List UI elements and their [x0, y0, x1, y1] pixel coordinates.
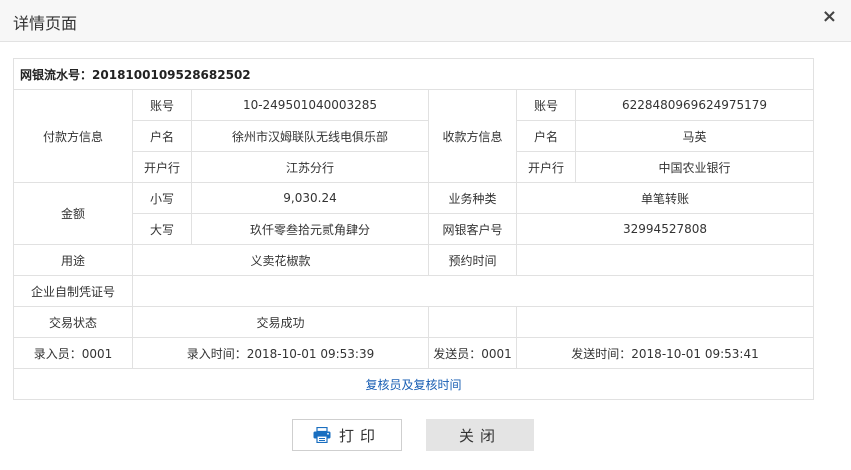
amount-upper-label: 大写 [132, 213, 192, 245]
dialog-header: 详情页面 × [0, 0, 851, 42]
payer-name-value: 徐州市汉姆联队无线电俱乐部 [191, 120, 429, 152]
send-operator: 发送员：0001 [428, 337, 517, 369]
print-button-label: 打印 [338, 426, 381, 445]
payee-bank-label: 开户行 [516, 151, 576, 183]
payee-name-value: 马英 [574, 120, 815, 152]
serial-cell: 网银流水号：2018100109528682502 [12, 58, 815, 90]
payee-account-label: 账号 [516, 89, 576, 121]
purpose-row: 用途 义卖花椒款 预约时间 [13, 244, 815, 276]
customer-no-label: 网银客户号 [428, 213, 517, 245]
close-button[interactable]: 关闭 [426, 419, 534, 451]
serial-row: 网银流水号：2018100109528682502 [12, 58, 815, 90]
status-empty-cell [428, 306, 517, 338]
dialog-title: 详情页面 [13, 14, 78, 33]
purpose-value: 义卖花椒款 [132, 244, 429, 276]
amount-lower-label: 小写 [132, 182, 192, 214]
amount-upper-row: 大写 玖仟零叁拾元贰角肆分 网银客户号 32994527808 [14, 213, 815, 245]
bank-row: 开户行 江苏分行 开户行 中国农业银行 [14, 151, 815, 183]
print-button[interactable]: 打印 [292, 419, 402, 451]
entry-operator: 录入员：0001 [13, 337, 133, 369]
payee-name-label: 户名 [516, 120, 576, 152]
payer-section-label: 付款方信息 [13, 89, 133, 183]
scheduled-time-value [515, 244, 815, 276]
serial-value: 2018100109528682502 [92, 67, 251, 82]
operator-row: 录入员：0001 录入时间：2018-10-01 09:53:39 发送员：00… [13, 337, 815, 369]
review-link[interactable]: 复核员及复核时间 [12, 368, 815, 400]
payee-account-value: 6228480969624975179 [574, 89, 815, 121]
purpose-label: 用途 [13, 244, 133, 276]
business-type-label: 业务种类 [428, 182, 517, 214]
status-empty-cell-2 [515, 306, 815, 338]
amount-lower-row: 金额 小写 9,030.24 业务种类 单笔转账 [13, 182, 815, 245]
amount-lower-value: 9,030.24 [191, 182, 429, 214]
amount-upper-value: 玖仟零叁拾元贰角肆分 [191, 213, 429, 245]
entry-time: 录入时间：2018-10-01 09:53:39 [132, 337, 429, 369]
payer-bank-value: 江苏分行 [191, 151, 429, 183]
close-icon[interactable]: × [822, 8, 837, 26]
voucher-row: 企业自制凭证号 [13, 275, 815, 307]
status-row: 交易状态 交易成功 [13, 306, 815, 338]
amount-label: 金额 [13, 182, 133, 245]
close-button-label: 关闭 [458, 426, 501, 445]
payer-account-value: 10-249501040003285 [191, 89, 429, 121]
account-row: 付款方信息 账号 10-249501040003285 收款方信息 账号 622… [13, 89, 815, 183]
customer-no-value: 32994527808 [515, 213, 815, 245]
name-row: 户名 徐州市汉姆联队无线电俱乐部 户名 马英 [14, 120, 815, 152]
payer-bank-label: 开户行 [132, 151, 192, 183]
scheduled-time-label: 预约时间 [428, 244, 517, 276]
serial-label: 网银流水号： [20, 67, 93, 82]
printer-icon [313, 427, 331, 443]
voucher-value [131, 275, 815, 307]
status-value: 交易成功 [132, 306, 429, 338]
status-label: 交易状态 [13, 306, 133, 338]
review-row: 复核员及复核时间 [12, 368, 815, 400]
payer-name-label: 户名 [132, 120, 192, 152]
business-type-value: 单笔转账 [515, 182, 815, 214]
voucher-label: 企业自制凭证号 [13, 275, 133, 307]
payee-bank-value: 中国农业银行 [574, 151, 815, 183]
send-time: 发送时间：2018-10-01 09:53:41 [515, 337, 815, 369]
detail-table: 网银流水号：2018100109528682502 付款方信息 账号 10-24… [12, 58, 815, 400]
payee-section-label: 收款方信息 [428, 89, 517, 183]
payer-account-label: 账号 [132, 89, 192, 121]
